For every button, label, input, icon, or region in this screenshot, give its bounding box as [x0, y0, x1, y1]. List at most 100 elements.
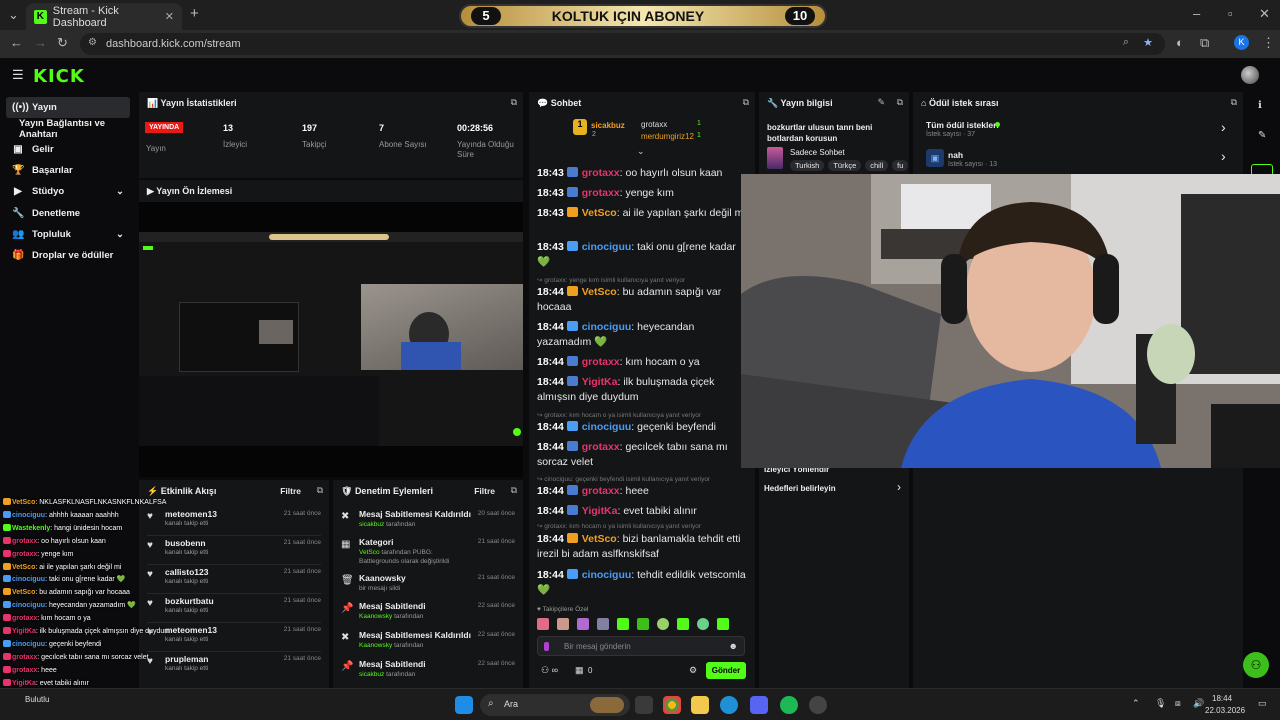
chat-message[interactable]: 18:44 cinociguu: tehdit edildik vetscoml…	[537, 568, 751, 598]
task-view-icon[interactable]	[635, 696, 653, 714]
popout-icon[interactable]: ⧉	[511, 97, 517, 108]
chat-username[interactable]: YigitKa	[582, 376, 618, 388]
sidebar-item-revenue[interactable]: ▣ Gelir	[6, 139, 130, 160]
chat-message[interactable]: 18:43 grotaxx: yenge kım	[537, 186, 751, 201]
site-info-icon[interactable]: ⚙	[88, 37, 97, 48]
set-goals-button[interactable]: Hedefleri belirleyin ›	[759, 478, 909, 500]
moderation-item[interactable]: ▦ Kategori VetSco tarafından PUBG: Battleg…	[333, 535, 523, 565]
popout-icon[interactable]: ⧉	[897, 97, 903, 108]
chat-username[interactable]: grotaxx	[582, 485, 620, 497]
bookmark-star-icon[interactable]: ★	[1143, 36, 1153, 49]
preview-player[interactable]	[139, 202, 523, 477]
chat-username[interactable]: grotaxx	[582, 356, 620, 368]
tag[interactable]: Turkish	[790, 160, 825, 171]
chat-message[interactable]: 18:44 YigitKa: evet tabiki alınır	[537, 504, 751, 519]
back-icon[interactable]: ←	[10, 36, 23, 50]
clock-time[interactable]: 18:44	[1212, 694, 1232, 703]
chat-reply-context[interactable]: ↪ grotaxx: kım hocam o ya isimli kullanı…	[537, 411, 701, 419]
tag[interactable]: Türkçe	[828, 160, 862, 171]
sidebar-item-stream[interactable]: ((•)) Yayın	[6, 97, 130, 118]
browser-tab[interactable]: K Stream - Kick Dashboard ✕	[26, 3, 182, 30]
extension-icon[interactable]: ◐	[1176, 36, 1184, 50]
chat-username[interactable]: grotaxx	[582, 167, 620, 179]
chat-message[interactable]: 18:44 grotaxx: kım hocam o ya	[537, 355, 751, 370]
chat-message[interactable]: 18:43 grotaxx: oo hayırlı olsun kaan	[537, 166, 751, 181]
forward-icon[interactable]: →	[34, 36, 47, 50]
popout-icon[interactable]: ⧉	[511, 485, 517, 496]
tag[interactable]: fu	[892, 160, 909, 171]
help-chat-icon[interactable]: ⚇	[1243, 652, 1269, 678]
chat-message[interactable]: 18:44 grotaxx: gecılcek tabıı sana mı so…	[537, 440, 751, 470]
sidebar-item-community[interactable]: 👥 Topluluk ⌄	[6, 224, 130, 245]
reward-item-row[interactable]: ▣ nah İstek sayısı · 13 ›	[913, 147, 1243, 171]
channel-points-icon[interactable]: ⚇ ∞	[541, 665, 558, 676]
chat-username[interactable]: VetSco	[582, 533, 617, 545]
popout-icon[interactable]: ⧉	[317, 485, 323, 496]
chat-message[interactable]: 18:44 cinociguu: geçenki beyfendi	[537, 420, 751, 435]
edge-icon[interactable]	[720, 696, 738, 714]
sidebar-item-moderation[interactable]: 🔧 Denetleme	[6, 203, 130, 224]
chat-message[interactable]: 18:43 VetSco: ai ile yapılan şarkı değil…	[537, 206, 751, 221]
kick-logo[interactable]: KICK	[33, 66, 85, 87]
chat-reply-context[interactable]: ↪ grotaxx: yenge kım isimli kullanıcıya …	[537, 276, 685, 284]
url-field[interactable]: ⚙ dashboard.kick.com/stream ⌕ ★	[80, 33, 1165, 55]
tray-chevron-icon[interactable]: ⌃	[1132, 698, 1140, 709]
taskbar-search[interactable]: ⌕ Ara	[480, 694, 630, 716]
obs-icon[interactable]	[809, 696, 827, 714]
activity-item[interactable]: ♥ prupleman kanalı takip etti 21 saat önce	[139, 652, 329, 680]
extensions-puzzle-icon[interactable]: ⧉	[1200, 36, 1209, 50]
file-explorer-icon[interactable]	[691, 696, 709, 714]
chat-message[interactable]: 18:43 cinociguu: taki onu g[rene kadar 💚	[537, 240, 751, 270]
mic-icon[interactable]: 🎙	[1155, 698, 1166, 709]
edit-icon[interactable]: ✎	[1258, 130, 1266, 141]
chat-message[interactable]: 18:44 YigitKa: ilk buluşmada çiçek almış…	[537, 375, 751, 405]
chat-username[interactable]: grotaxx	[582, 441, 620, 453]
hamburger-menu-icon[interactable]: ☰	[12, 67, 24, 83]
moderation-filter-button[interactable]: Filtre	[474, 486, 495, 496]
chat-input[interactable]: Bir mesaj gönderin ☻	[537, 636, 745, 656]
moderation-item[interactable]: ✖ Mesaj Sabitlemesi Kaldırıldı Kaanowsky t…	[333, 628, 523, 656]
moderation-item[interactable]: 📌 Mesaj Sabitlendi Kaanowsky tarafından 22 …	[333, 599, 523, 627]
emoji-picker-icon[interactable]: ☻	[729, 641, 738, 651]
chat-username[interactable]: YigitKa	[582, 505, 618, 517]
activity-item[interactable]: ♥ callisto123 kanalı takip etti 21 saat önc…	[139, 565, 329, 593]
start-menu-icon[interactable]	[455, 696, 473, 714]
info-icon[interactable]: ℹ	[1258, 100, 1262, 111]
close-window-icon[interactable]: ✕	[1259, 7, 1270, 21]
weather-text[interactable]: Bulutlu	[25, 695, 49, 704]
spotify-icon[interactable]	[780, 696, 798, 714]
new-tab-icon[interactable]: +	[190, 6, 199, 21]
sidebar-item-stream-key[interactable]: Yayın Bağlantısı ve Anahtarı	[6, 118, 130, 140]
chat-username[interactable]: VetSco	[582, 207, 617, 219]
maximize-icon[interactable]: ▫	[1228, 7, 1233, 21]
reload-icon[interactable]: ↻	[57, 36, 68, 50]
chat-username[interactable]: cinociguu	[582, 569, 632, 581]
minimize-icon[interactable]: –	[1193, 7, 1200, 21]
user-avatar[interactable]	[1241, 66, 1259, 84]
all-rewards-row[interactable]: Tüm ödül istekleri İstek sayısı · 37 ›	[913, 118, 1243, 142]
profile-avatar[interactable]: K	[1234, 35, 1249, 50]
chat-username[interactable]: cinociguu	[582, 241, 632, 253]
edit-icon[interactable]: ✎	[877, 97, 885, 108]
browser-menu-icon[interactable]: ⋮	[1262, 36, 1275, 50]
volume-icon[interactable]: 🔊	[1193, 698, 1204, 709]
chat-message[interactable]: 18:44 grotaxx: heee	[537, 484, 751, 499]
chat-username[interactable]: cinociguu	[582, 421, 632, 433]
sidebar-item-achievements[interactable]: 🏆 Başarılar	[6, 160, 130, 181]
tab-list-icon[interactable]: ⌄	[8, 8, 19, 22]
sidebar-item-drops[interactable]: 🎁 Droplar ve ödüller	[6, 245, 130, 266]
chrome-icon[interactable]	[663, 696, 681, 714]
moderation-item[interactable]: 🗑 Kaanowsky bir mesajı sildi 21 saat önce	[333, 571, 523, 599]
notifications-icon[interactable]: ▭	[1258, 698, 1267, 709]
tag[interactable]: chill	[865, 160, 889, 171]
moderation-item[interactable]: ✖ Mesaj Sabitlemesi Kaldırıldı sicakbuz ta…	[333, 507, 523, 535]
chat-reply-context[interactable]: ↪ cinociguu: geçenki beyfendi isimli kul…	[537, 475, 710, 483]
send-button[interactable]: Gönder	[706, 662, 746, 679]
activity-item[interactable]: ♥ busobenn kanalı takip etti 21 saat önce	[139, 536, 329, 564]
activity-filter-button[interactable]: Filtre	[280, 486, 301, 496]
chat-settings-icon[interactable]: ⚙	[689, 665, 697, 676]
activity-item[interactable]: ♥ bozkurtbatu kanalı takip etti 21 saat önc…	[139, 594, 329, 622]
chat-username[interactable]: grotaxx	[582, 187, 620, 199]
gift-icon[interactable]: ▦	[575, 665, 584, 676]
emote-row[interactable]	[537, 618, 747, 632]
